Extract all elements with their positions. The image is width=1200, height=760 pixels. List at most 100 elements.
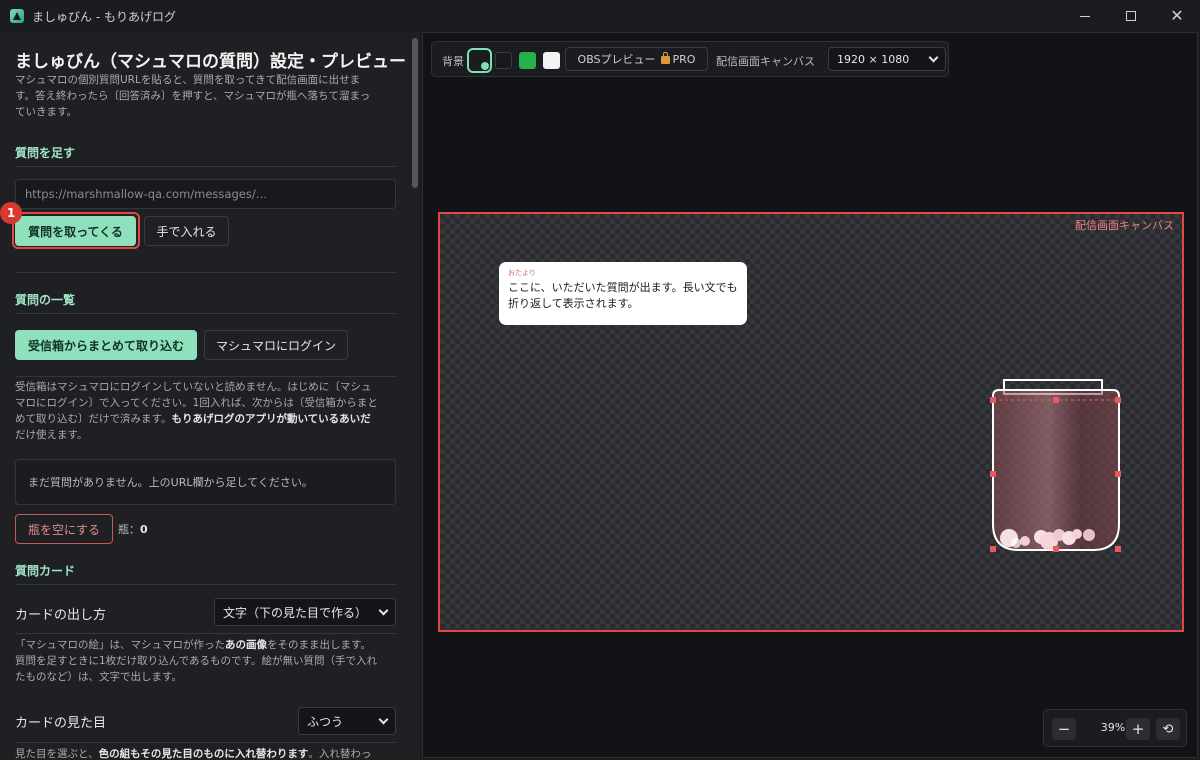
- background-swatch-black[interactable]: [495, 52, 512, 69]
- background-swatch-white[interactable]: [543, 52, 560, 69]
- resize-handle[interactable]: [1053, 397, 1059, 403]
- card-output-help: 「マシュマロの絵」は、マシュマロが作ったあの画像をそのまま出します。 質問を足す…: [15, 637, 397, 685]
- chevron-down-icon: [378, 714, 389, 724]
- zoom-reset-button[interactable]: ⟲: [1156, 718, 1180, 740]
- window-controls: ✕: [1062, 0, 1200, 32]
- divider: [15, 742, 397, 743]
- question-card-heading: 質問カード: [15, 564, 76, 578]
- settings-scrollbar[interactable]: [412, 34, 418, 758]
- card-output-label: カードの出し方: [15, 608, 107, 623]
- note-line: マロにログイン〕で入ってください。1回入れば、次からは〔受信箱からまと: [15, 397, 378, 409]
- help-text: 見た目を選ぶと、: [15, 748, 99, 760]
- note-line: 受信箱はマシュマロにログインしていないと読めません。はじめに〔マシュ: [15, 381, 372, 393]
- empty-question-list: まだ質問がありません。上のURL欄から足してください。: [15, 459, 396, 505]
- note-line: だけ使えます。: [15, 429, 88, 441]
- inbox-note: 受信箱はマシュマロにログインしていないと読めません。はじめに〔マシュ マロにログ…: [15, 379, 397, 443]
- broadcast-canvas[interactable]: 配信画面キャンバス おたより ここに、いただいた質問が出ます。長い文でも 折り返…: [438, 212, 1184, 632]
- divider: [15, 313, 397, 314]
- resize-handle[interactable]: [1115, 546, 1121, 552]
- help-emphasis: 色の組もその見た目のものに入れ替わります: [98, 748, 309, 760]
- note-emphasis: もりあげログのアプリが動いているあいだ: [171, 413, 371, 425]
- help-text: 。入れ替わっ: [308, 748, 372, 760]
- divider: [15, 376, 397, 377]
- note-line: めて取り込む〕だけで済みます。もりあげログのアプリが動いているあいだ: [15, 411, 397, 427]
- resize-handle[interactable]: [1115, 471, 1121, 477]
- card-output-value: 文字（下の見た目で作る）: [223, 605, 368, 620]
- note-text: めて取り込む〕だけで済みます。: [15, 413, 172, 425]
- help-line: 質問を足すときに1枚だけ取り込んであるものです。絵が無い質問（手で入れ: [15, 655, 377, 667]
- card-text-line: ここに、いただいた質問が出ます。長い文でも: [508, 281, 738, 294]
- divider: [15, 272, 397, 273]
- description-line: す。答え終わったら〔回答済み〕を押すと、マシュマロが瓶へ落ちて溜まっ: [15, 90, 371, 102]
- settings-panel: ましゅびん（マシュマロの質問）設定・プレビュー マシュマロの個別質問URLを貼る…: [0, 32, 420, 760]
- background-swatch-green[interactable]: [519, 52, 536, 69]
- divider: [15, 166, 397, 167]
- resize-handle[interactable]: [990, 546, 996, 552]
- preview-toolbar: 背景 OBSプレビュー PRO 配信画面キャンバス 1920 × 1080: [431, 41, 949, 77]
- resize-handle[interactable]: [990, 397, 996, 403]
- card-look-help: 見た目を選ぶと、色の組もその見た目のものに入れ替わります。入れ替わっ: [15, 746, 397, 760]
- help-text: をそのまま出します。: [267, 639, 371, 651]
- card-tag: おたより: [508, 269, 536, 277]
- maximize-button[interactable]: [1108, 0, 1154, 32]
- jar-count-value: 0: [140, 523, 148, 536]
- question-url-input[interactable]: https://marshmallow-qa.com/messages/…: [15, 179, 396, 209]
- close-icon: ✕: [1170, 6, 1184, 25]
- close-button[interactable]: ✕: [1154, 0, 1200, 32]
- scrollbar-thumb[interactable]: [412, 38, 418, 188]
- minimize-button[interactable]: [1062, 0, 1108, 32]
- divider: [15, 633, 397, 634]
- zoom-in-button[interactable]: +: [1126, 718, 1150, 740]
- chevron-down-icon: [378, 605, 389, 615]
- card-output-select[interactable]: 文字（下の見た目で作る）: [214, 598, 396, 626]
- minimize-icon: [1080, 15, 1090, 17]
- canvas-size-label: 配信画面キャンバス: [716, 55, 815, 68]
- help-emphasis: あの画像: [225, 639, 267, 651]
- manual-add-button[interactable]: 手で入れる: [144, 216, 229, 246]
- resize-handle[interactable]: [1053, 546, 1059, 552]
- help-line: 「マシュマロの絵」は、マシュマロが作ったあの画像をそのまま出します。: [15, 637, 397, 653]
- resolution-select[interactable]: 1920 × 1080: [828, 47, 946, 71]
- app-logo-icon: [10, 9, 24, 23]
- step-badge: 1: [0, 202, 22, 224]
- lock-icon: [660, 52, 670, 64]
- question-card-preview[interactable]: おたより ここに、いただいた質問が出ます。長い文でも 折り返して表示されます。: [499, 262, 747, 325]
- card-text: ここに、いただいた質問が出ます。長い文でも 折り返して表示されます。: [508, 280, 738, 312]
- marshmallow-jar[interactable]: [987, 374, 1127, 554]
- obs-preview-button[interactable]: OBSプレビュー PRO: [565, 47, 708, 71]
- help-line: たものなど）は、文字で出します。: [15, 671, 182, 683]
- question-list-heading: 質問の一覧: [15, 293, 76, 307]
- page-title: ましゅびん（マシュマロの質問）設定・プレビュー: [15, 52, 406, 72]
- card-look-value: ふつう: [307, 714, 344, 729]
- card-look-select[interactable]: ふつう: [298, 707, 396, 735]
- marshmallow-login-button[interactable]: マシュマロにログイン: [204, 330, 348, 360]
- canvas-tag: 配信画面キャンバス: [1075, 219, 1174, 232]
- chevron-down-icon: [928, 52, 939, 62]
- zoom-out-button[interactable]: −: [1052, 718, 1076, 740]
- jar-count-label: 瓶：: [118, 523, 140, 536]
- zoom-controls: − 39% + ⟲: [1043, 709, 1187, 747]
- resize-handle[interactable]: [1115, 397, 1121, 403]
- resolution-value: 1920 × 1080: [837, 52, 910, 66]
- jar-counter: 瓶：0: [118, 521, 148, 537]
- obs-preview-label: OBSプレビュー: [577, 53, 656, 66]
- resize-handle[interactable]: [990, 471, 996, 477]
- description-line: ていきます。: [15, 106, 77, 118]
- window-title: ましゅびん - もりあげログ: [32, 9, 176, 24]
- preview-panel: 背景 OBSプレビュー PRO 配信画面キャンバス 1920 × 1080 配信…: [422, 32, 1198, 758]
- empty-jar-button[interactable]: 瓶を空にする: [15, 514, 113, 544]
- import-inbox-button[interactable]: 受信箱からまとめて取り込む: [15, 330, 197, 360]
- help-text: 「マシュマロの絵」は、マシュマロが作った: [15, 639, 225, 651]
- background-label: 背景: [442, 55, 464, 68]
- selected-indicator-icon: [481, 62, 489, 70]
- background-swatch-transparent[interactable]: [467, 48, 492, 73]
- card-look-label: カードの見た目: [15, 716, 107, 731]
- description-line: マシュマロの個別質問URLを貼ると、質問を取ってきて配信画面に出せま: [15, 74, 361, 86]
- maximize-icon: [1126, 11, 1136, 21]
- card-text-line: 折り返して表示されます。: [508, 297, 639, 310]
- fetch-question-button[interactable]: 質問を取ってくる: [15, 216, 136, 246]
- title-bar: ましゅびん - もりあげログ ✕: [0, 0, 1200, 32]
- divider: [15, 584, 397, 585]
- pro-badge: PRO: [672, 52, 696, 66]
- add-question-heading: 質問を足す: [15, 146, 76, 160]
